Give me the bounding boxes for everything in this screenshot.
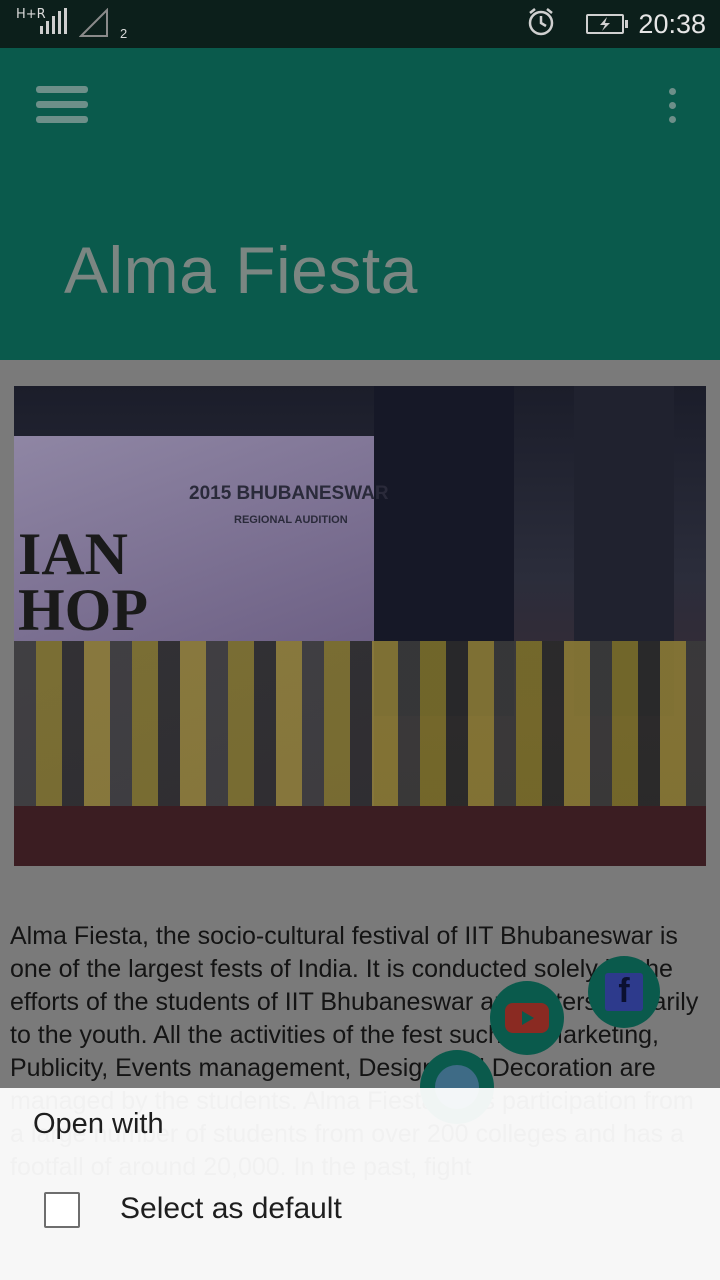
default-label: Select as default <box>120 1192 342 1225</box>
hero-image: 2015 BHUBANESWAR REGIONAL AUDITION IAN H… <box>14 386 706 866</box>
stage-floor <box>14 806 706 866</box>
page-title: Alma Fiesta <box>64 233 418 307</box>
status-right: 20:38 <box>526 0 706 48</box>
youtube-button[interactable] <box>490 981 564 1055</box>
open-with-sheet: Open with Select as default <box>0 1088 720 1280</box>
alarm-icon <box>526 7 556 42</box>
app-bar: Alma Fiesta <box>0 48 720 360</box>
signal-icon <box>40 8 67 34</box>
select-as-default-row[interactable]: Select as default <box>0 1180 720 1260</box>
menu-icon[interactable] <box>36 86 88 124</box>
banner-subtitle: REGIONAL AUDITION <box>234 514 348 526</box>
default-checkbox[interactable] <box>44 1192 80 1228</box>
status-bar: H+R 2 20:38 <box>0 0 720 48</box>
network-type: H+R <box>16 7 46 22</box>
crowd <box>14 641 706 816</box>
sheet-title: Open with <box>33 1108 164 1140</box>
battery-charging-icon <box>586 14 629 34</box>
clock: 20:38 <box>638 8 706 39</box>
more-vert-icon[interactable] <box>664 88 680 128</box>
banner-title: 2015 BHUBANESWAR <box>189 483 389 504</box>
sim-slot: 2 <box>120 26 128 41</box>
facebook-icon: f <box>605 972 643 1011</box>
no-signal-icon <box>78 7 109 38</box>
youtube-icon <box>505 1003 549 1033</box>
facebook-button[interactable]: f <box>588 956 660 1028</box>
banner-letters: IAN HOP <box>18 521 148 643</box>
status-left: H+R <box>16 7 109 38</box>
